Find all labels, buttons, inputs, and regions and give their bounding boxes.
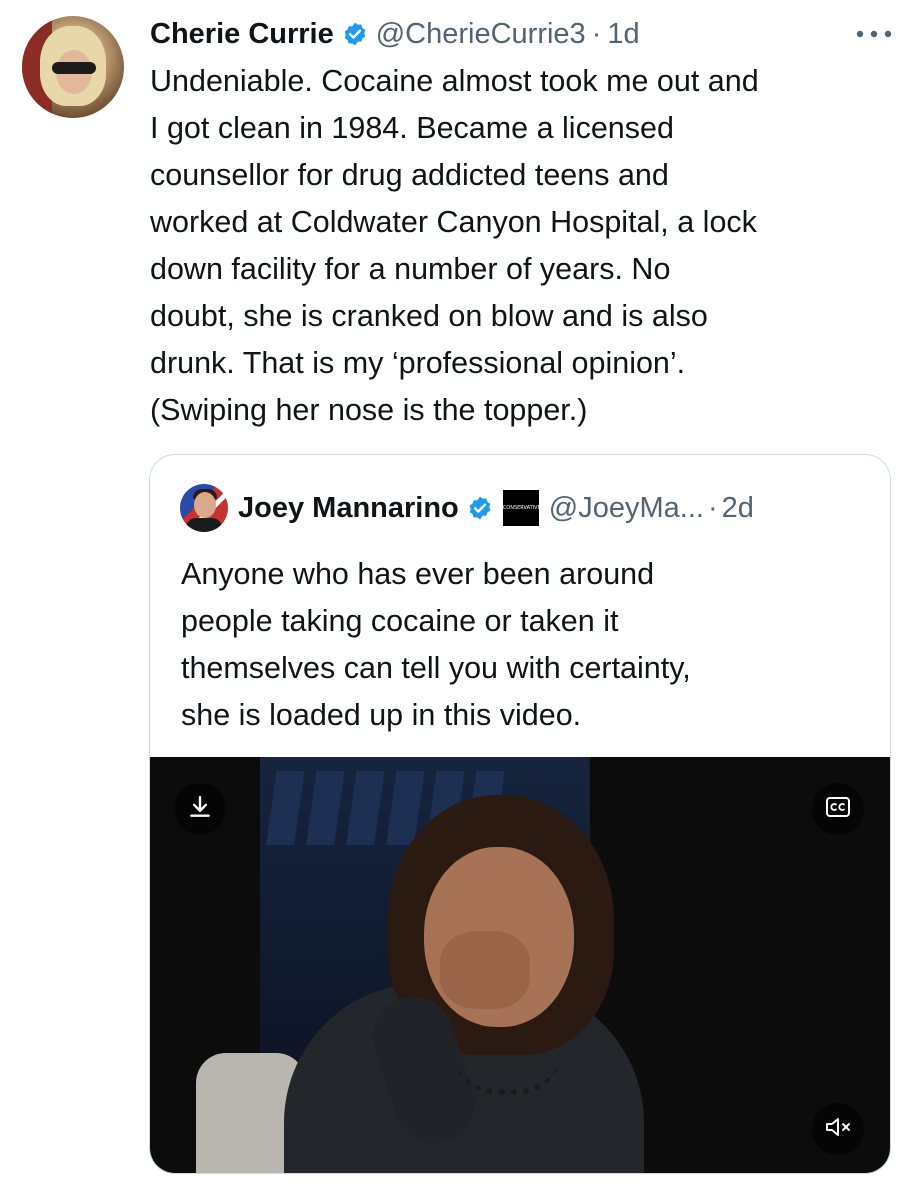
author-display-name[interactable]: Cherie Currie bbox=[150, 18, 334, 51]
quoted-tweet-header: Joey Mannarino CONSERVATIVE @JoeyMa... ·… bbox=[180, 484, 754, 532]
quoted-author-display-name[interactable]: Joey Mannarino bbox=[238, 492, 459, 525]
header-separator: · bbox=[591, 17, 602, 50]
tweet-timestamp[interactable]: 1d bbox=[607, 18, 639, 51]
quoted-header-separator: · bbox=[707, 491, 718, 524]
verified-badge-icon[interactable] bbox=[342, 21, 368, 47]
closed-captions-icon bbox=[825, 796, 851, 823]
video-person-hand bbox=[440, 931, 530, 1009]
download-button[interactable] bbox=[174, 783, 226, 835]
quoted-author-handle[interactable]: @JoeyMa... bbox=[549, 492, 704, 525]
verified-badge-icon[interactable] bbox=[467, 495, 493, 521]
muted-volume-icon bbox=[824, 1115, 852, 1144]
tweet-header: Cherie Currie @CherieCurrie3 · 1d bbox=[150, 14, 640, 54]
tweet-text: Undeniable. Cocaine almost took me out a… bbox=[150, 64, 759, 427]
closed-captions-button[interactable] bbox=[812, 783, 864, 835]
tweet-card[interactable]: Cherie Currie @CherieCurrie3 · 1d Undeni… bbox=[0, 0, 913, 1200]
more-options-icon[interactable] bbox=[852, 20, 896, 48]
avatar-sunglasses bbox=[52, 62, 96, 74]
video-player[interactable] bbox=[150, 757, 890, 1173]
affiliate-badge[interactable]: CONSERVATIVE bbox=[502, 490, 539, 526]
quoted-avatar-face bbox=[194, 492, 216, 518]
download-icon bbox=[187, 794, 213, 825]
author-handle[interactable]: @CherieCurrie3 bbox=[376, 18, 586, 51]
quoted-author-avatar[interactable] bbox=[180, 484, 228, 532]
quoted-tweet-timestamp[interactable]: 2d bbox=[722, 492, 754, 525]
quoted-avatar-shirt bbox=[186, 518, 222, 532]
quoted-tweet-text: Anyone who has ever been around people t… bbox=[181, 557, 691, 732]
author-avatar[interactable] bbox=[22, 16, 124, 118]
unmute-button[interactable] bbox=[812, 1103, 864, 1155]
quoted-tweet[interactable]: Joey Mannarino CONSERVATIVE @JoeyMa... ·… bbox=[149, 454, 891, 1174]
